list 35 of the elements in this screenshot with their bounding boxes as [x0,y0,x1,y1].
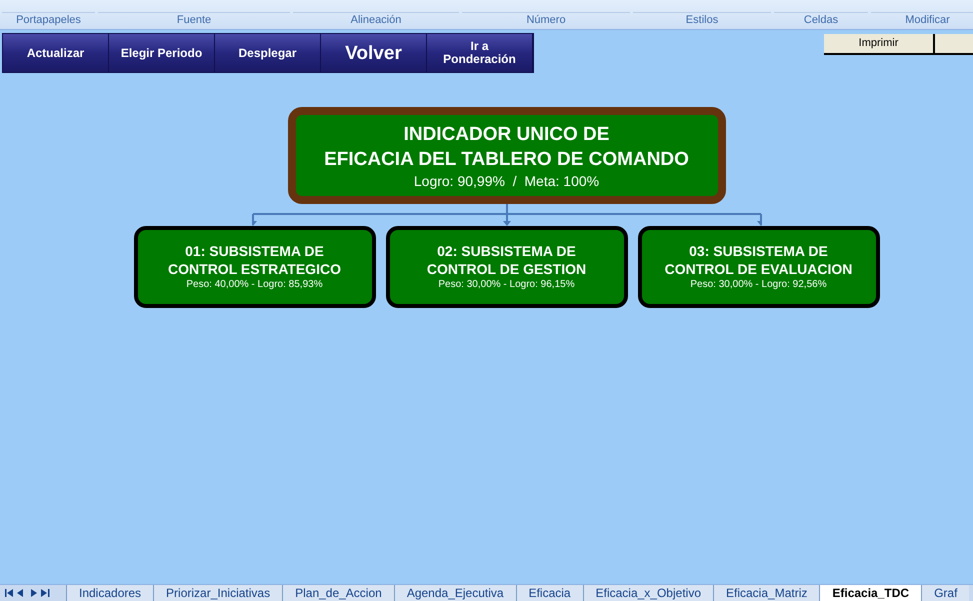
ribbon-group-label: Modificar [871,12,973,26]
print-button[interactable]: Imprimir [824,34,935,55]
subsystem-detail: Peso: 30,00% - Logro: 96,15% [438,278,575,292]
subsystem-title: CONTROL DE EVALUACION [664,260,852,278]
ribbon-group-label: Estilos [633,12,771,26]
indicator-detail: Logro: 90,99% / Meta: 100% [414,172,600,190]
sheet-tab[interactable]: Eficacia_Matriz [713,585,820,601]
ribbon-group-label: Celdas [774,12,868,26]
sheet-tab[interactable]: Eficacia_TDC [819,585,922,601]
toolbar-button[interactable]: Desplegar [215,34,321,72]
sheet-tab[interactable]: Priorizar_Iniciativas [153,585,282,601]
toolbar-button[interactable]: Elegir Periodo [109,34,215,72]
toolbar-button[interactable]: Actualizar [3,34,109,72]
sheet-tab[interactable]: Plan_de_Accion [282,585,394,601]
subsystem-title: CONTROL ESTRATEGICO [168,260,341,278]
subsystem-title: CONTROL DE GESTION [426,260,586,278]
indicator-title: EFICACIA DEL TABLERO DE COMANDO [324,148,689,172]
toolbar-button[interactable]: Ir a Ponderación [427,34,533,72]
indicator-title: INDICADOR UNICO DE [404,122,610,146]
blank-button[interactable] [935,34,973,55]
subsystem-detail: Peso: 40,00% - Logro: 85,93% [186,278,323,292]
ribbon-group-label: Alineación [293,12,459,26]
sheet-tab[interactable]: Agenda_Ejecutiva [394,585,516,601]
subsystem-title: 03: SUBSISTEMA DE [689,242,828,260]
subsystem-title: 01: SUBSISTEMA DE [185,242,324,260]
sheet-tab[interactable]: Indicadores [66,585,154,601]
toolbar-button[interactable]: Volver [321,34,427,72]
ribbon-group-label: Fuente [98,12,290,26]
sheet-tab[interactable]: Eficacia [516,585,583,601]
ribbon-group-label: Número [462,12,630,26]
subsystem-title: 02: SUBSISTEMA DE [437,242,576,260]
sheet-tab[interactable]: Graf [921,585,970,601]
ribbon-group-label: Portapapeles [2,12,95,26]
sheet-tab[interactable]: Eficacia_x_Objetivo [582,585,713,601]
subsystem-detail: Peso: 30,00% - Logro: 92,56% [690,278,827,292]
